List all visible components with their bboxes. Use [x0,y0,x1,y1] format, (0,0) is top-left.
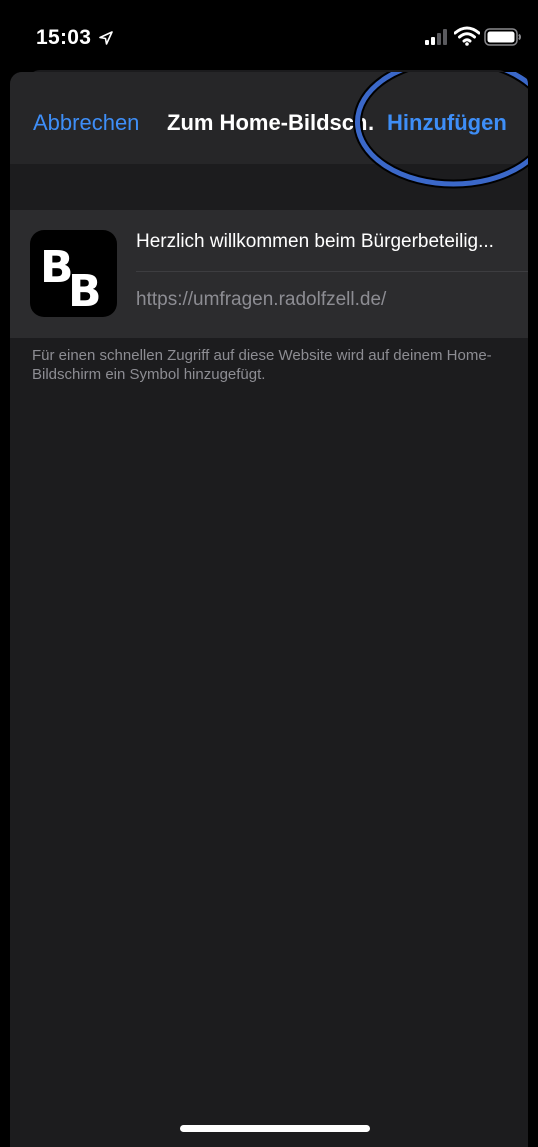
screen: 15:03 Abbrechen Zum Home-Bildschirm . [0,0,538,1147]
bookmark-url: https://umfragen.radolfzell.de/ [136,289,387,310]
website-icon: B B [30,230,117,317]
status-bar: 15:03 [0,0,538,70]
svg-text:B: B [68,266,102,317]
bb-logo-icon: B B [40,242,102,317]
footer-description: Für einen schnellen Zugriff auf diese We… [32,347,492,383]
status-time: 15:03 [36,26,92,49]
cancel-button[interactable]: Abbrechen [33,110,139,136]
cell-divider [136,271,528,272]
home-indicator[interactable] [180,1125,370,1132]
bookmark-title-field[interactable]: Herzlich willkommen beim Bürgerbeteilig.… [136,231,526,253]
location-arrow-icon [99,31,113,45]
sheet-title: Zum Home-Bildschirm [167,110,367,135]
add-button[interactable]: Hinzufügen [387,110,507,136]
title-truncation: . [368,110,375,135]
bookmark-info-cell: B B Herzlich willkommen beim Bürgerbetei… [10,210,528,338]
battery-icon [484,28,521,46]
cellular-signal-icon [425,29,447,45]
navigation-bar: Abbrechen Zum Home-Bildschirm . Hinzufüg… [10,72,528,189]
wifi-icon [454,26,480,46]
add-to-home-sheet: Abbrechen Zum Home-Bildschirm . Hinzufüg… [10,72,528,1147]
